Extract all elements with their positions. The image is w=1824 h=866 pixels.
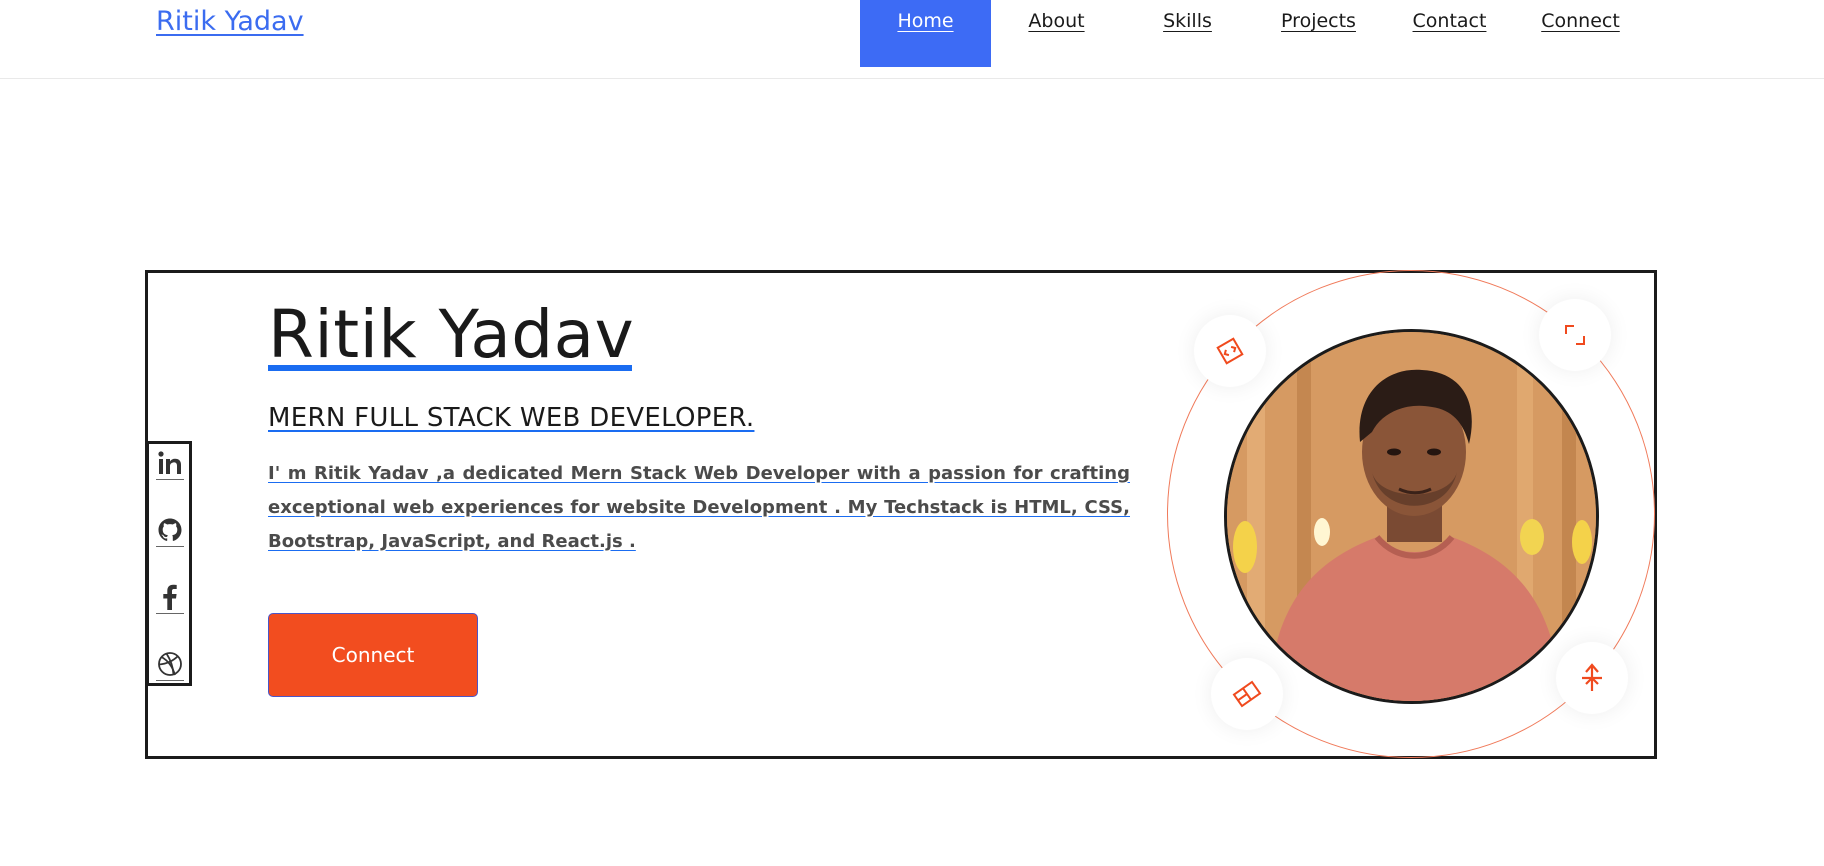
nav-about[interactable]: About [991, 0, 1122, 67]
dribbble-icon[interactable] [156, 648, 184, 681]
facebook-icon[interactable] [156, 581, 184, 614]
linkedin-icon[interactable] [156, 447, 184, 480]
brand-link[interactable]: Ritik Yadav [156, 6, 304, 37]
code-icon [1194, 315, 1266, 387]
social-bar [146, 441, 192, 686]
layout-icon [1211, 658, 1283, 730]
profile-photo [1224, 329, 1599, 704]
connect-button[interactable]: Connect [268, 613, 478, 697]
github-icon[interactable] [156, 514, 184, 547]
hero-description: I' m Ritik Yadav ,a dedicated Mern Stack… [268, 463, 1130, 552]
nav-projects[interactable]: Projects [1253, 0, 1384, 67]
expand-icon [1539, 299, 1611, 371]
rocket-icon [1556, 642, 1628, 714]
navbar: Ritik Yadav Home About Skills Projects C… [0, 0, 1824, 79]
hero-name: Ritik Yadav [268, 296, 635, 373]
hero-role: MERN FULL STACK WEB DEVELOPER. [268, 403, 755, 433]
nav-contact[interactable]: Contact [1384, 0, 1515, 67]
nav-home[interactable]: Home [860, 0, 991, 67]
nav-skills[interactable]: Skills [1122, 0, 1253, 67]
nav-connect[interactable]: Connect [1515, 0, 1646, 67]
name-underline [268, 365, 632, 371]
